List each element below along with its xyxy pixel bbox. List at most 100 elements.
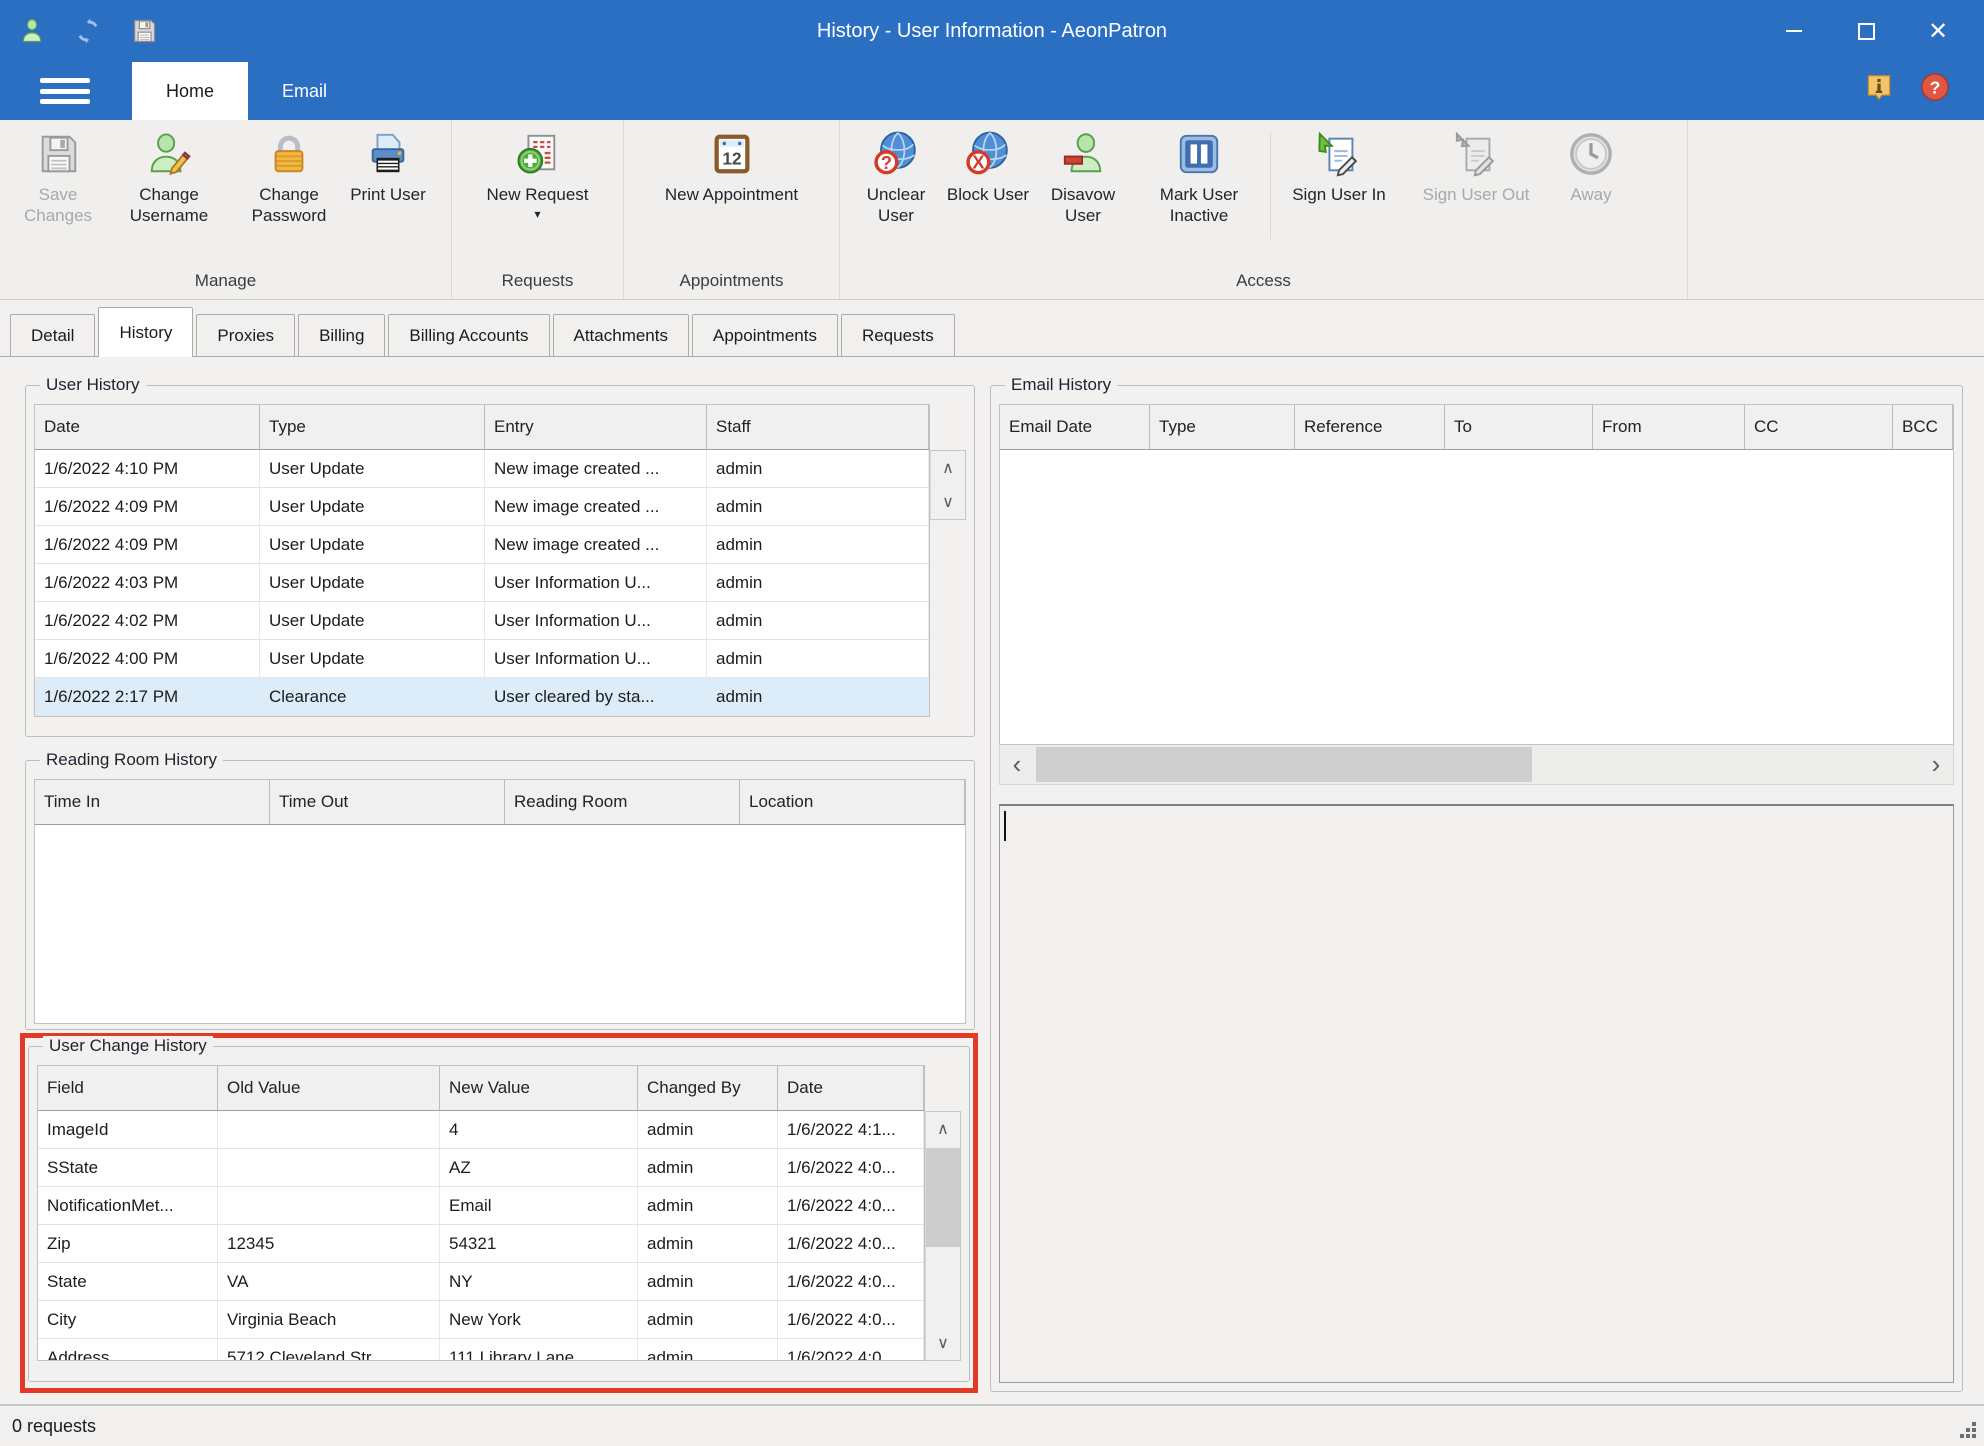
column-header[interactable]: CC [1745, 405, 1893, 449]
table-row[interactable]: 1/6/2022 4:09 PMUser UpdateNew image cre… [35, 526, 929, 564]
tab-history[interactable]: History [98, 307, 193, 357]
minimize-button[interactable] [1758, 0, 1830, 62]
scroll-up-icon[interactable]: ∧ [926, 1112, 960, 1146]
column-header[interactable]: New Value [440, 1066, 638, 1110]
save-changes-button[interactable]: Save Changes [8, 128, 108, 226]
email-preview[interactable] [999, 804, 1954, 1383]
table-row[interactable]: 1/6/2022 4:10 PMUser UpdateNew image cre… [35, 450, 929, 488]
table-row[interactable]: 1/6/2022 4:03 PMUser UpdateUser Informat… [35, 564, 929, 602]
table-row[interactable]: SStateAZadmin1/6/2022 4:0... [38, 1149, 924, 1187]
tab-billing-accounts[interactable]: Billing Accounts [388, 314, 549, 356]
table-row[interactable]: Address5712 Cleveland Str...111 Library … [38, 1339, 924, 1360]
scroll-thumb[interactable] [926, 1148, 960, 1247]
column-header[interactable]: Changed By [638, 1066, 778, 1110]
change-username-button[interactable]: Change Username [108, 128, 230, 226]
vertical-scrollbar[interactable]: ∧ ∨ [930, 450, 966, 520]
table-cell: New image created ... [485, 450, 707, 487]
user-change-history-groupbox: User Change History FieldOld ValueNew Va… [28, 1046, 970, 1382]
resize-grip-icon[interactable] [1972, 1434, 1976, 1438]
tab-proxies[interactable]: Proxies [196, 314, 295, 356]
table-row[interactable]: 1/6/2022 4:00 PMUser UpdateUser Informat… [35, 640, 929, 678]
column-header[interactable]: Old Value [218, 1066, 440, 1110]
block-user-button[interactable]: X Block User [944, 128, 1032, 205]
user-icon[interactable] [18, 17, 46, 45]
column-header[interactable]: To [1445, 405, 1593, 449]
table-cell: admin [638, 1339, 778, 1360]
column-header[interactable]: Date [35, 405, 260, 449]
column-header[interactable]: Staff [707, 405, 929, 449]
switch-user-icon[interactable] [74, 17, 102, 45]
new-request-button[interactable]: New Request ▾ [463, 128, 613, 221]
table-row[interactable]: 1/6/2022 2:17 PMClearanceUser cleared by… [35, 678, 929, 716]
ribbon-tab-home[interactable]: Home [132, 62, 248, 120]
unclear-user-button[interactable]: ? Unclear User [848, 128, 944, 226]
table-cell: User Update [260, 640, 485, 677]
scroll-up-icon[interactable]: ∧ [931, 451, 965, 485]
maximize-button[interactable] [1830, 0, 1902, 62]
scroll-track[interactable] [1034, 745, 1919, 784]
scroll-left-icon[interactable]: ‹ [1000, 745, 1034, 784]
table-row[interactable]: ImageId4admin1/6/2022 4:1... [38, 1111, 924, 1149]
column-header[interactable]: Date [778, 1066, 924, 1110]
user-history-groupbox: User History DateTypeEntryStaff1/6/2022 … [25, 385, 975, 737]
table-row[interactable]: 1/6/2022 4:02 PMUser UpdateUser Informat… [35, 602, 929, 640]
tab-appointments[interactable]: Appointments [692, 314, 838, 356]
tab-attachments[interactable]: Attachments [553, 314, 690, 356]
change-password-button[interactable]: Change Password [230, 128, 348, 226]
table-row[interactable]: NotificationMet...Emailadmin1/6/2022 4:0… [38, 1187, 924, 1225]
sign-user-in-button[interactable]: Sign User In [1277, 128, 1401, 205]
table-row[interactable]: CityVirginia BeachNew Yorkadmin1/6/2022 … [38, 1301, 924, 1339]
group-label-access: Access [840, 269, 1687, 299]
save-icon[interactable] [130, 17, 158, 45]
column-header[interactable]: Time Out [270, 780, 505, 824]
table-cell: User Information U... [485, 640, 707, 677]
column-header[interactable]: Location [740, 780, 965, 824]
table-cell: Virginia Beach [218, 1301, 440, 1338]
vertical-scrollbar[interactable]: ∧ ∨ [925, 1111, 961, 1361]
away-button[interactable]: Away [1551, 128, 1631, 205]
help-icon[interactable]: ? [1920, 72, 1950, 104]
scroll-right-icon[interactable]: › [1919, 745, 1953, 784]
table-cell: 1/6/2022 4:09 PM [35, 526, 260, 563]
column-header[interactable]: Email Date [1000, 405, 1150, 449]
close-button[interactable]: ✕ [1902, 0, 1974, 62]
tab-requests[interactable]: Requests [841, 314, 955, 356]
scroll-track[interactable] [926, 1146, 960, 1326]
column-header[interactable]: Reading Room [505, 780, 740, 824]
column-header[interactable]: Field [38, 1066, 218, 1110]
table-cell: SState [38, 1149, 218, 1186]
column-header[interactable]: Reference [1295, 405, 1445, 449]
scroll-thumb[interactable] [1036, 747, 1532, 782]
table-cell: 1/6/2022 4:1... [778, 1111, 924, 1148]
scroll-down-icon[interactable]: ∨ [926, 1326, 960, 1360]
column-header[interactable]: BCC [1893, 405, 1953, 449]
user-info-icon[interactable] [1864, 72, 1894, 104]
user-change-table-wrap: FieldOld ValueNew ValueChanged ByDateIma… [37, 1065, 961, 1361]
menu-icon[interactable] [40, 78, 90, 104]
column-header[interactable]: From [1593, 405, 1745, 449]
sign-user-out-button[interactable]: Sign User Out [1401, 128, 1551, 205]
table-row[interactable]: Zip1234554321admin1/6/2022 4:0... [38, 1225, 924, 1263]
disavow-user-button[interactable]: Disavow User [1032, 128, 1134, 226]
table-cell: ImageId [38, 1111, 218, 1148]
tab-detail[interactable]: Detail [10, 314, 95, 356]
globe-block-icon: X [964, 130, 1012, 178]
scroll-down-icon[interactable]: ∨ [931, 485, 965, 519]
ribbon: Save Changes Change Username Change Pass… [0, 120, 1984, 300]
title-bar: History - User Information - AeonPatron … [0, 0, 1984, 62]
column-header[interactable]: Type [1150, 405, 1295, 449]
status-bar: 0 requests [0, 1404, 1984, 1446]
table-row[interactable]: StateVANYadmin1/6/2022 4:0... [38, 1263, 924, 1301]
table-row[interactable]: 1/6/2022 4:09 PMUser UpdateNew image cre… [35, 488, 929, 526]
horizontal-scrollbar[interactable]: ‹ › [999, 745, 1954, 785]
table-cell: admin [638, 1111, 778, 1148]
tab-billing[interactable]: Billing [298, 314, 385, 356]
column-header[interactable]: Entry [485, 405, 707, 449]
column-header[interactable]: Type [260, 405, 485, 449]
print-user-button[interactable]: Print User [348, 128, 428, 205]
ribbon-tab-email[interactable]: Email [248, 62, 361, 120]
new-appointment-button[interactable]: 12 New Appointment [637, 128, 827, 205]
table-cell: New York [440, 1301, 638, 1338]
mark-user-inactive-button[interactable]: Mark User Inactive [1134, 128, 1264, 226]
column-header[interactable]: Time In [35, 780, 270, 824]
